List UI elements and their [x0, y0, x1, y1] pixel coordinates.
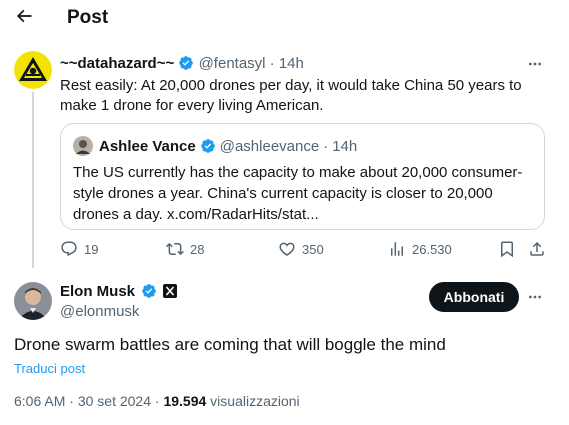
quoted-post-author: Ashlee Vance @ashleevance · 14h [73, 136, 357, 156]
handle: @ashleevance [219, 137, 320, 155]
parent-post-text: Rest easily: At 20,000 drones per day, i… [60, 77, 522, 114]
arrow-left-icon [16, 9, 32, 23]
like-button[interactable]: 350 [278, 240, 324, 258]
main-post-handle[interactable]: @elonmusk [60, 303, 139, 320]
main-post-author[interactable]: Elon Musk [60, 283, 178, 300]
subscribe-button[interactable]: Abbonati [429, 282, 519, 312]
handle[interactable]: @fentasyl [199, 55, 266, 72]
parent-post-author[interactable]: ~~datahazard~~ @fentasyl · 14h [60, 55, 304, 72]
x-affiliate-badge-icon [163, 284, 178, 298]
reply-button[interactable]: 19 [60, 240, 98, 258]
verified-badge-icon [179, 56, 194, 70]
hazard-icon [14, 51, 52, 89]
more-icon [529, 295, 541, 299]
avatar-elon-musk[interactable] [14, 282, 52, 320]
repost-icon [166, 242, 184, 256]
quoted-post-text: The US currently has the capacity to mak… [73, 164, 523, 223]
page-title: Post [67, 7, 109, 28]
main-more-button[interactable] [524, 289, 546, 305]
parent-more-button[interactable] [524, 56, 546, 72]
post-time[interactable]: 6:06 AM [14, 393, 65, 409]
repost-button[interactable]: 28 [166, 240, 204, 258]
avatar-ashlee-vance[interactable] [73, 136, 93, 156]
thread-line [32, 92, 34, 268]
display-name[interactable]: Elon Musk [60, 283, 135, 300]
action-bar: 19 28 350 26.530 [60, 240, 550, 260]
post-date[interactable]: 30 set 2024 [78, 393, 151, 409]
display-name[interactable]: ~~datahazard~~ [60, 55, 174, 72]
header: Post [0, 0, 569, 36]
share-button[interactable] [528, 240, 546, 258]
reply-count: 19 [84, 241, 99, 257]
bookmark-icon [501, 241, 513, 258]
quoted-post-card[interactable]: Ashlee Vance @ashleevance · 14h The US c… [60, 123, 545, 230]
separator: · [154, 393, 160, 409]
reply-icon [61, 241, 77, 257]
post-metadata: 6:06 AM · 30 set 2024 · 19.594 visualizz… [14, 393, 300, 409]
verified-badge-icon [200, 139, 215, 153]
timestamp: 14h [332, 137, 358, 155]
verified-badge-icon [142, 284, 157, 298]
separator: · [69, 393, 74, 409]
repost-count: 28 [190, 241, 205, 257]
timestamp[interactable]: 14h [279, 55, 304, 72]
bookmark-button[interactable] [498, 240, 516, 258]
avatar-datahazard[interactable] [14, 51, 52, 89]
display-name: Ashlee Vance [99, 137, 196, 155]
main-post-text: Drone swarm battles are coming that will… [14, 335, 446, 354]
views-count: 26.530 [412, 241, 452, 257]
heart-icon [279, 242, 295, 256]
share-icon [530, 241, 544, 256]
views-count: 19.594 [163, 393, 207, 409]
like-count: 350 [302, 241, 324, 257]
separator: · [323, 137, 329, 155]
separator: · [269, 55, 275, 72]
views-label: visualizzazioni [210, 393, 300, 409]
avatar-image [14, 282, 52, 320]
views-button[interactable]: 26.530 [388, 240, 452, 258]
analytics-icon [391, 242, 403, 256]
translate-post-link[interactable]: Traduci post [14, 361, 85, 376]
more-icon [529, 62, 541, 66]
back-button[interactable] [12, 4, 36, 28]
